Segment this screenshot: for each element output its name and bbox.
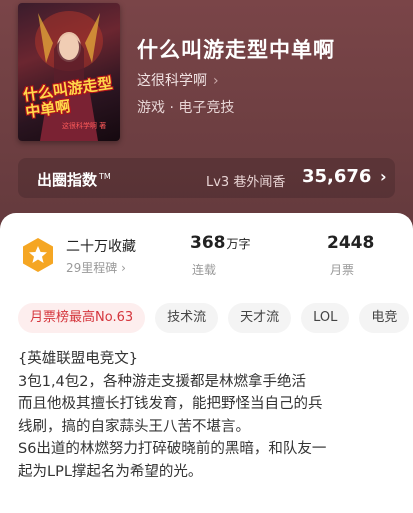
book-header: 什么叫游走型中单啊 这很科学啊 著 什么叫游走型中单啊 这很科学啊 › 游戏 · … xyxy=(0,0,413,230)
tag-item[interactable]: LOL xyxy=(301,303,350,333)
chevron-right-icon: › xyxy=(380,167,387,186)
trademark-mark: TM xyxy=(99,172,111,181)
medal-star-icon xyxy=(23,238,53,272)
tag-item[interactable]: 电竞 xyxy=(359,303,410,333)
tag-item[interactable]: 技术流 xyxy=(155,303,219,333)
serial-status: 连载 xyxy=(192,263,217,277)
breakout-label: 出圈指数 TM xyxy=(37,171,111,189)
tag-list: 月票榜最高No.63 技术流 天才流 LOL 电竞 xyxy=(18,303,410,333)
book-description[interactable]: {英雄联盟电竞文} 3包1,4包2，各种游走支援都是林燃拿手绝活 而且他极其擅长… xyxy=(18,348,413,483)
description-line: S6出道的林燃努力打碎破晓前的黑暗，和队友一 xyxy=(18,441,327,457)
author-link[interactable]: 这很科学啊 › xyxy=(137,70,219,90)
cover-subtitle: 这很科学啊 著 xyxy=(62,122,107,130)
word-count: 368万字 xyxy=(190,233,251,253)
breakout-value: 35,676 xyxy=(302,166,372,187)
chevron-right-icon: › xyxy=(213,73,219,89)
milestone-link[interactable]: 29里程碑 › xyxy=(66,259,126,276)
description-line: 线刷，搞的自家蒜头王八苦不堪言。 xyxy=(18,418,250,435)
description-line: 起为LPL撑起名为希望的光。 xyxy=(18,463,203,480)
author-name: 这很科学啊 xyxy=(137,73,207,89)
book-title: 什么叫游走型中单啊 xyxy=(137,38,335,62)
breakout-level: Lv3 巷外闻香 xyxy=(206,175,286,190)
monthly-ticket-label: 月票 xyxy=(330,263,355,277)
tag-item[interactable]: 天才流 xyxy=(228,303,292,333)
description-line: {英雄联盟电竞文} xyxy=(18,351,138,367)
chevron-right-icon: › xyxy=(121,261,126,275)
collection-milestone: 二十万收藏 xyxy=(66,239,136,255)
description-line: 3包1,4包2，各种游走支援都是林燃拿手绝活 xyxy=(18,373,307,390)
monthly-ticket-count: 2448 xyxy=(327,233,375,253)
book-info-card: 二十万收藏 29里程碑 › 368万字 连载 2448 月票 月票榜最高No.6… xyxy=(0,213,413,513)
breakout-index-bar[interactable]: 出圈指数 TM Lv3 巷外闻香 35,676 › xyxy=(18,158,395,198)
description-line: 而且他极其擅长打钱发育，能把野怪当自己的兵 xyxy=(18,396,323,412)
tag-ranking[interactable]: 月票榜最高No.63 xyxy=(18,303,146,333)
book-genre: 游戏 · 电子竞技 xyxy=(137,100,235,116)
book-cover[interactable]: 什么叫游走型中单啊 这很科学啊 著 xyxy=(18,3,120,141)
